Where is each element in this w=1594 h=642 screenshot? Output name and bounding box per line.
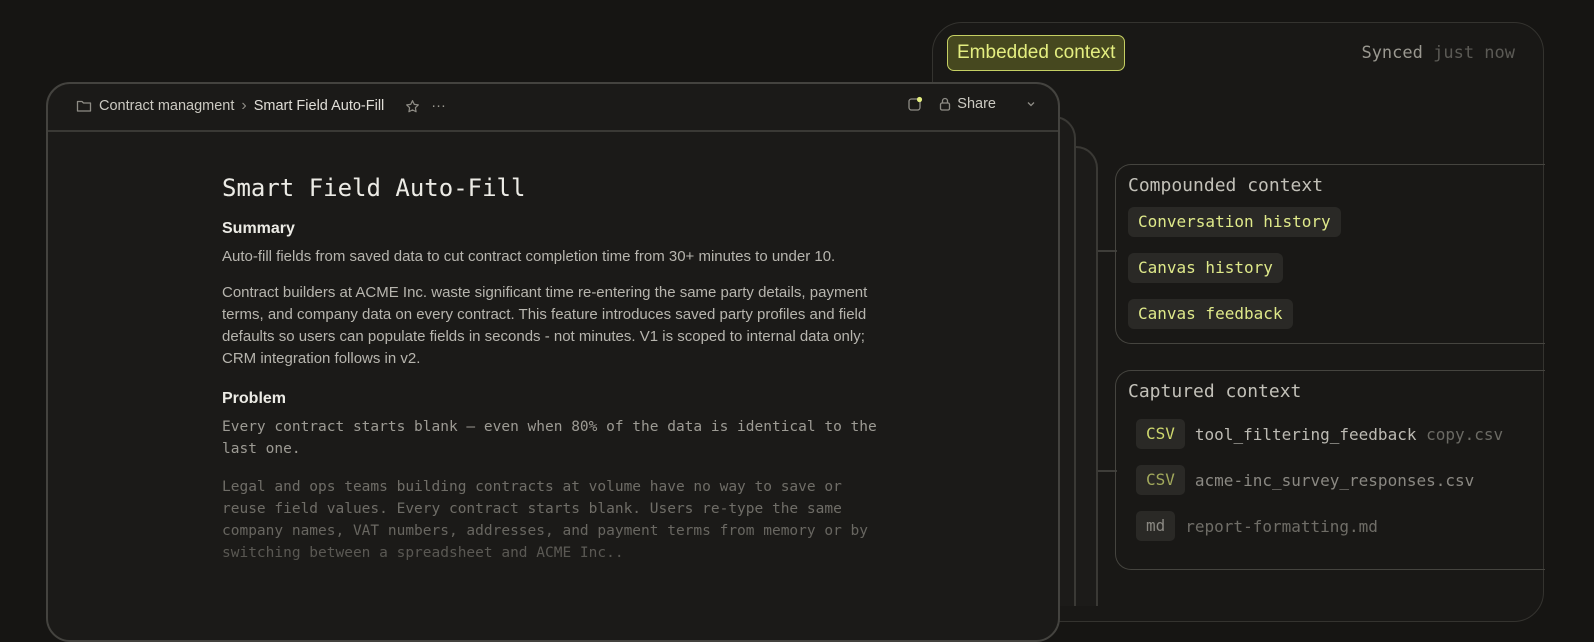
compounded-context-section: Compounded context Conversation history … — [1115, 164, 1545, 344]
chip-canvas-feedback[interactable]: Canvas feedback — [1128, 299, 1293, 329]
file-name-suffix: copy.csv — [1416, 424, 1504, 444]
lock-icon — [939, 97, 951, 111]
sync-status-time: just now — [1433, 43, 1515, 63]
file-row[interactable]: CSV acme-inc_survey_responses.csv — [1136, 465, 1474, 495]
breadcrumb-page[interactable]: Smart Field Auto-Fill — [254, 98, 385, 114]
folder-icon — [76, 99, 92, 113]
file-name: acme-inc_survey_responses.csv — [1194, 470, 1475, 490]
chevron-down-icon[interactable] — [1026, 100, 1036, 108]
share-button[interactable]: Share — [939, 96, 996, 112]
breadcrumb-folder[interactable]: Contract managment — [99, 98, 234, 114]
document-window: Contract managment › Smart Field Auto-Fi… — [46, 82, 1060, 642]
breadcrumb: Contract managment › Smart Field Auto-Fi… — [76, 97, 446, 115]
file-row[interactable]: CSV tool_filtering_feedback copy.csv — [1136, 419, 1503, 449]
file-type-badge: CSV — [1136, 465, 1185, 495]
file-name: tool_filtering_feedback copy.csv — [1195, 425, 1503, 444]
page-title: Smart Field Auto-Fill — [222, 174, 526, 202]
chip-conversation-history[interactable]: Conversation history — [1128, 207, 1341, 237]
file-name: report-formatting.md — [1185, 516, 1378, 536]
file-name-main: tool_filtering_feedback — [1194, 424, 1417, 444]
header-actions: Share — [907, 96, 1036, 112]
summary-paragraph-1: Auto-fill fields from saved data to cut … — [222, 248, 836, 265]
star-icon[interactable] — [405, 99, 420, 114]
problem-paragraph-2: Legal and ops teams building contracts a… — [222, 479, 869, 561]
notification-icon[interactable] — [907, 96, 923, 112]
captured-context-section: Captured context CSV tool_filtering_feed… — [1115, 370, 1545, 570]
file-type-badge: CSV — [1136, 419, 1185, 449]
file-row[interactable]: md report-formatting.md — [1136, 511, 1378, 541]
embedded-context-badge[interactable]: Embedded context — [947, 35, 1126, 71]
problem-paragraph-1: Every contract starts blank — even when … — [222, 419, 877, 457]
file-type-badge: md — [1136, 511, 1176, 541]
captured-context-title: Captured context — [1128, 381, 1302, 402]
more-options-icon[interactable]: ··· — [431, 98, 446, 114]
document-body: Smart Field Auto-Fill Summary Auto-fill … — [222, 174, 882, 578]
summary-heading: Summary — [222, 220, 295, 237]
sync-status: Synced just now — [1361, 43, 1515, 63]
problem-heading: Problem — [222, 390, 287, 407]
document-header: Contract managment › Smart Field Auto-Fi… — [48, 84, 1058, 132]
breadcrumb-separator: › — [241, 97, 247, 114]
summary-paragraph-2: Contract builders at ACME Inc. waste sig… — [222, 284, 868, 367]
compounded-context-title: Compounded context — [1128, 175, 1324, 196]
share-label: Share — [957, 96, 996, 112]
chip-canvas-history[interactable]: Canvas history — [1128, 253, 1283, 283]
sync-status-prefix: Synced — [1361, 43, 1434, 63]
